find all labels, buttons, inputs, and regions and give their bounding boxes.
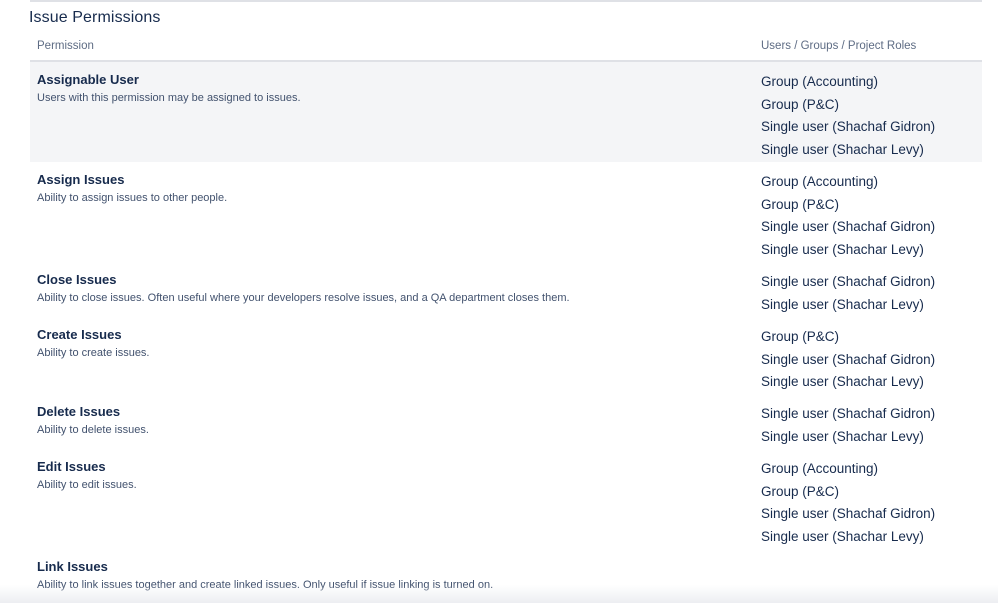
- users-list: Single user (Shachaf Gidron) Single user…: [761, 403, 935, 448]
- permission-row-delete-issues[interactable]: Delete Issues Ability to delete issues. …: [30, 394, 982, 449]
- user-entry: Group (Accounting): [761, 461, 879, 476]
- permission-cell: Edit Issues Ability to edit issues.: [37, 459, 737, 492]
- permission-name: Link Issues: [37, 559, 108, 574]
- permission-row-link-issues[interactable]: Link Issues Ability to link issues toget…: [30, 549, 982, 603]
- user-entry: Group (P&C): [761, 196, 840, 212]
- permission-description: Ability to delete issues.: [37, 424, 149, 436]
- user-entry: Single user (Shachaf Gidron): [761, 351, 936, 367]
- permission-row-create-issues[interactable]: Create Issues Ability to create issues. …: [30, 317, 982, 394]
- permission-cell: Delete Issues Ability to delete issues.: [37, 404, 737, 437]
- users-list: Group (Accounting) Group (P&C) Single us…: [761, 171, 935, 261]
- users-list: Group (Accounting) Group (P&C) Single us…: [761, 458, 935, 548]
- permission-description: Ability to edit issues.: [37, 479, 137, 491]
- users-list: Single user (Shachaf Gidron) Single user…: [761, 271, 935, 316]
- permission-row-assign-issues[interactable]: Assign Issues Ability to assign issues t…: [30, 162, 982, 262]
- permission-row-close-issues[interactable]: Close Issues Ability to close issues. Of…: [30, 262, 982, 317]
- user-entry: Single user (Shachaf Gidron): [761, 219, 936, 234]
- user-entry: Single user (Shachaf Gidron): [761, 274, 936, 289]
- permission-description: Users with this permission may be assign…: [37, 92, 301, 104]
- users-list: Group (P&C) Single user (Shachaf Gidron)…: [761, 326, 935, 394]
- permission-name: Edit Issues: [37, 459, 106, 474]
- user-entry: Single user (Shachar Levy): [761, 428, 924, 444]
- user-entry: Group (P&C): [761, 96, 840, 112]
- permission-description: Ability to assign issues to other people…: [37, 192, 228, 204]
- permission-row-assignable-user[interactable]: Assignable User Users with this permissi…: [30, 62, 982, 162]
- permission-cell: Assign Issues Ability to assign issues t…: [37, 172, 737, 205]
- column-header-users: Users / Groups / Project Roles: [761, 40, 917, 52]
- user-entry: Single user (Shachar Levy): [761, 528, 924, 544]
- user-entry: Group (Accounting): [761, 74, 879, 89]
- user-entry: Single user (Shachar Levy): [761, 374, 924, 389]
- user-entry: Single user (Shachar Levy): [761, 241, 924, 257]
- user-entry: Group (P&C): [761, 483, 840, 499]
- permissions-table: Permission Users / Groups / Project Role…: [30, 34, 982, 603]
- permission-cell: Create Issues Ability to create issues.: [37, 327, 737, 360]
- top-divider: [30, 0, 982, 2]
- permission-description: Ability to close issues. Often useful wh…: [37, 292, 570, 304]
- permission-description: Ability to link issues together and crea…: [37, 579, 494, 591]
- table-header: Permission Users / Groups / Project Role…: [30, 34, 982, 62]
- permission-cell: Close Issues Ability to close issues. Of…: [37, 272, 737, 305]
- user-entry: Single user (Shachar Levy): [761, 296, 924, 312]
- user-entry: Single user (Shachaf Gidron): [761, 119, 936, 134]
- user-entry: Single user (Shachaf Gidron): [761, 406, 936, 421]
- permission-description: Ability to create issues.: [37, 347, 150, 359]
- permission-cell: Link Issues Ability to link issues toget…: [37, 559, 737, 592]
- user-entry: Single user (Shachar Levy): [761, 141, 924, 157]
- section-title: Issue Permissions: [29, 9, 161, 26]
- users-list: Group (Accounting) Group (P&C) Single us…: [761, 71, 935, 161]
- permission-name: Create Issues: [37, 327, 122, 342]
- permission-cell: Assignable User Users with this permissi…: [37, 72, 737, 105]
- user-entry: Group (Accounting): [761, 174, 879, 189]
- permission-row-edit-issues[interactable]: Edit Issues Ability to edit issues. Grou…: [30, 449, 982, 549]
- issue-permissions-page: Issue Permissions Permission Users / Gro…: [0, 0, 998, 603]
- permission-name: Assignable User: [37, 72, 139, 87]
- user-entry: Single user (Shachaf Gidron): [761, 506, 936, 521]
- user-entry: Group (P&C): [761, 329, 840, 344]
- permission-name: Assign Issues: [37, 172, 125, 187]
- permission-name: Delete Issues: [37, 404, 121, 419]
- column-header-permission: Permission: [37, 40, 94, 52]
- permission-name: Close Issues: [37, 272, 117, 287]
